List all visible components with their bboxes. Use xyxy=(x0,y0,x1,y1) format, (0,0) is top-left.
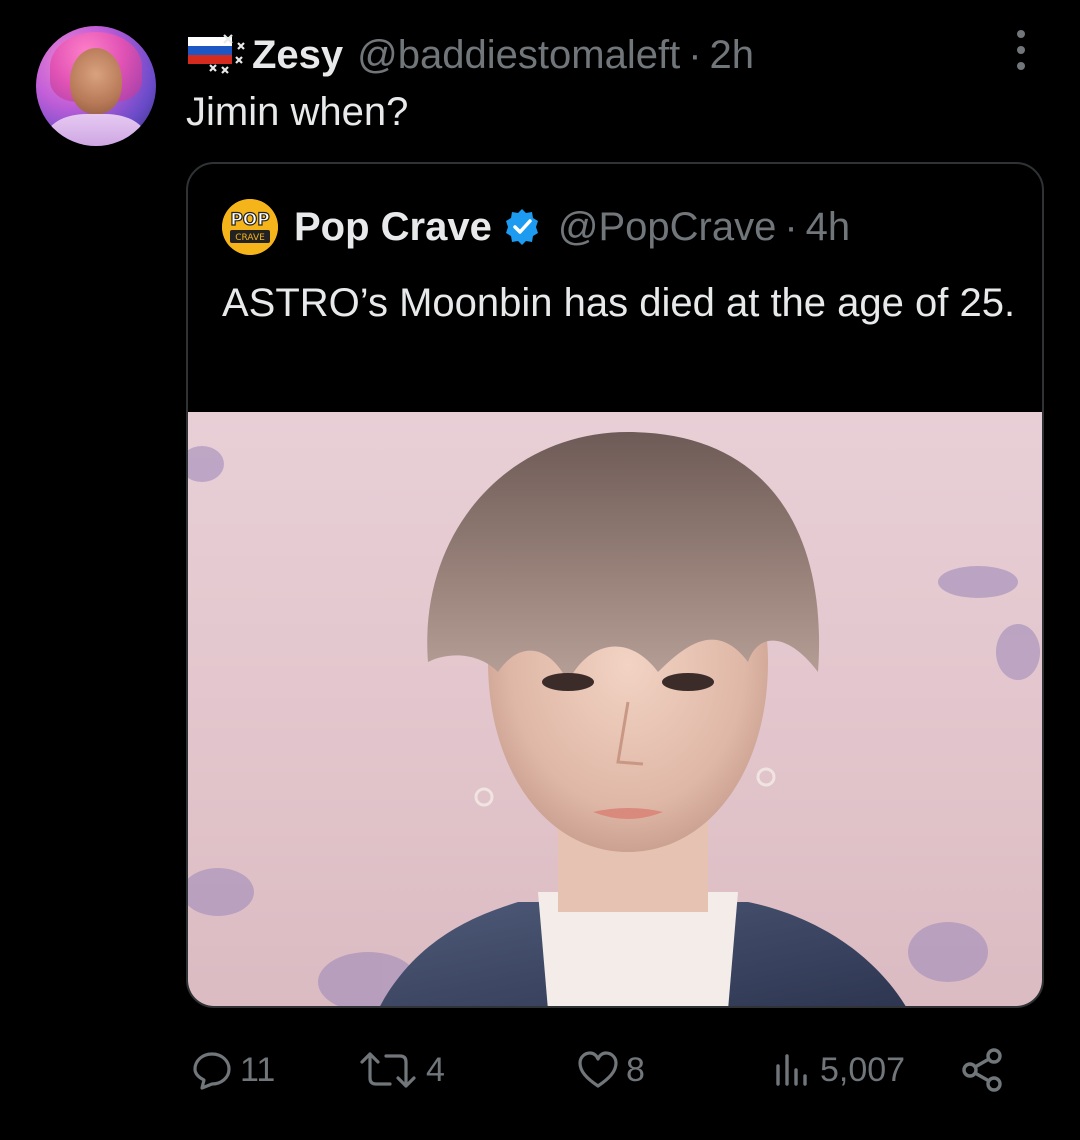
tweet[interactable]: Zesy @baddiestomaleft · 2h Jimin when? P… xyxy=(0,0,1080,1140)
display-name[interactable]: Zesy xyxy=(252,33,343,78)
timestamp[interactable]: 2h xyxy=(710,33,755,78)
view-count: 5,007 xyxy=(820,1050,906,1089)
retweet-button[interactable]: 4 xyxy=(356,1040,445,1100)
reply-button[interactable]: 11 xyxy=(190,1040,275,1100)
reply-icon xyxy=(193,1052,231,1090)
portrait-photo xyxy=(188,432,1040,1006)
russian-flag-with-x-marks-icon xyxy=(188,34,245,74)
more-dot xyxy=(1017,62,1025,70)
retweet-icon xyxy=(360,1052,416,1088)
tweet-text: Jimin when? xyxy=(186,90,409,134)
reply-count: 11 xyxy=(240,1050,276,1089)
avatar-body xyxy=(46,114,146,146)
avatar-face xyxy=(70,48,122,114)
quoted-tweet-header: POP CRAVE Pop Crave @PopCrave · 4h xyxy=(222,199,851,255)
share-button[interactable] xyxy=(960,1040,1014,1100)
separator-dot: · xyxy=(688,32,702,77)
action-bar: 11 4 8 5,007 xyxy=(190,1040,1020,1100)
avatar[interactable] xyxy=(36,26,156,146)
more-dot xyxy=(1017,30,1025,38)
svg-text:POP: POP xyxy=(230,210,269,230)
popcrave-avatar[interactable]: POP CRAVE xyxy=(222,199,278,255)
views-button[interactable]: 5,007 xyxy=(770,1040,905,1100)
svg-text:CRAVE: CRAVE xyxy=(235,233,265,243)
quoted-tweet-image[interactable] xyxy=(188,412,1042,1006)
verified-badge-icon xyxy=(505,209,538,245)
more-vertical-icon[interactable] xyxy=(1008,30,1034,70)
quoted-tweet-text: ASTRO’s Moonbin has died at the age of 2… xyxy=(222,281,1016,325)
popcrave-logo-icon: POP CRAVE xyxy=(222,199,278,255)
tweet-header: Zesy @baddiestomaleft · 2h xyxy=(186,30,754,80)
heart-icon xyxy=(578,1051,618,1088)
like-count: 8 xyxy=(626,1050,645,1089)
more-dot xyxy=(1017,46,1025,54)
share-icon xyxy=(962,1048,1002,1092)
quoted-handle[interactable]: @PopCrave xyxy=(558,205,776,250)
separator-dot: · xyxy=(784,204,798,249)
analytics-icon xyxy=(776,1054,807,1086)
quoted-display-name[interactable]: Pop Crave xyxy=(294,205,492,250)
quoted-timestamp[interactable]: 4h xyxy=(806,205,851,250)
retweet-count: 4 xyxy=(426,1050,445,1089)
handle[interactable]: @baddiestomaleft xyxy=(357,33,680,78)
like-button[interactable]: 8 xyxy=(576,1040,645,1100)
quoted-tweet[interactable]: POP CRAVE Pop Crave @PopCrave · 4h ASTRO… xyxy=(186,162,1044,1008)
